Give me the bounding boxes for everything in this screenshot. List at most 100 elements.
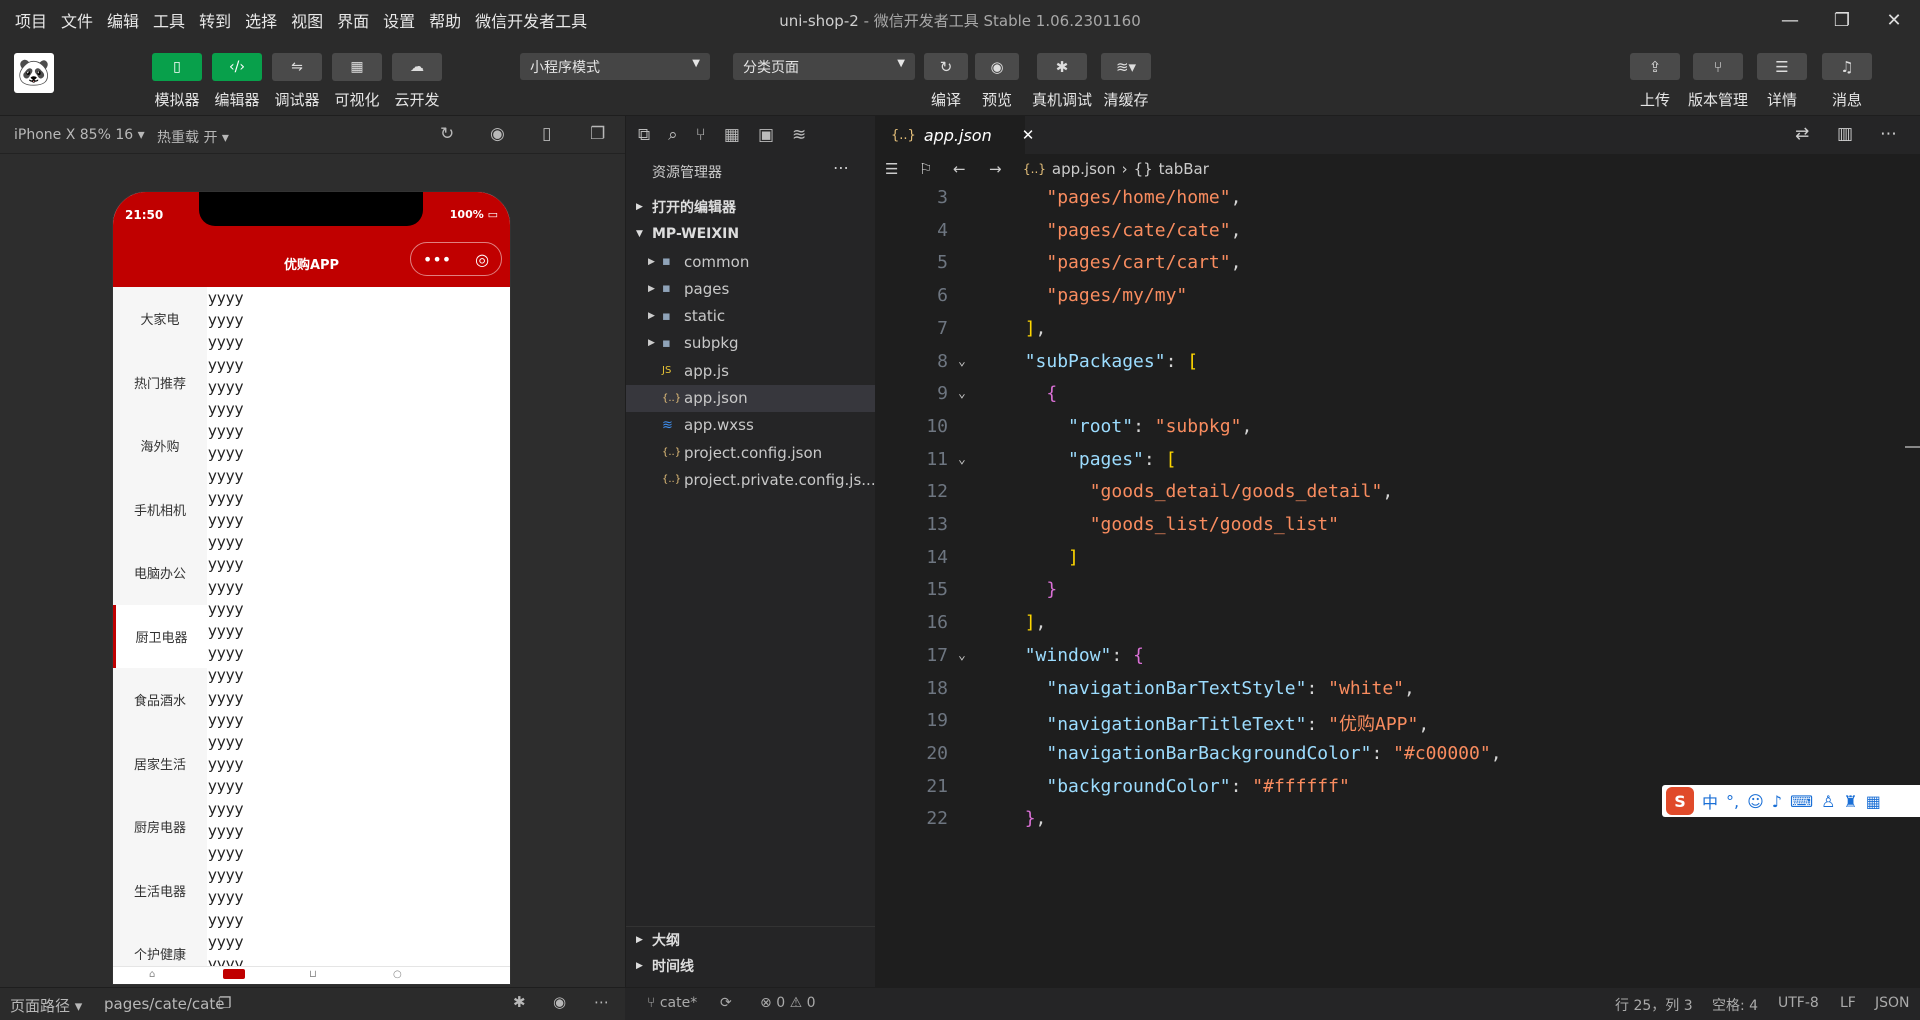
category-icon[interactable] — [223, 969, 245, 979]
category-item[interactable]: 厨卫电器 — [113, 604, 207, 668]
close-icon[interactable]: ✕ — [1022, 126, 1035, 144]
version-button[interactable]: ⑂ — [1693, 53, 1743, 80]
project-root-section[interactable]: ▼ MP-WEIXIN — [626, 221, 876, 247]
menu-item[interactable]: 工具 — [146, 8, 192, 32]
phone-icon[interactable]: ▯ — [542, 124, 551, 144]
encoding[interactable]: UTF-8 — [1778, 995, 1819, 1011]
preview-button[interactable]: ◉ — [975, 53, 1019, 80]
menu-item[interactable]: 设置 — [376, 8, 422, 32]
category-item[interactable]: 食品酒水 — [113, 668, 207, 732]
clear-cache-button[interactable]: ≋▾ — [1101, 53, 1151, 80]
indentation[interactable]: 空格: 4 — [1712, 995, 1758, 1015]
menu-item[interactable]: 界面 — [330, 8, 376, 32]
bookmark-icon[interactable]: ⚐ — [919, 160, 953, 178]
fold-icon[interactable]: ⌄ — [958, 354, 966, 369]
line-ending[interactable]: LF — [1840, 995, 1856, 1011]
visual-toggle-button[interactable]: ▦ — [332, 53, 382, 81]
debugger-toggle-button[interactable]: ⇋ — [272, 53, 322, 81]
category-item[interactable]: 生活电器 — [113, 859, 207, 923]
refresh-icon[interactable]: ↻ — [440, 124, 454, 144]
split-editor-icon[interactable]: ▥ — [1837, 124, 1853, 144]
storage-icon[interactable]: ▣ — [758, 125, 774, 145]
file-tree-item[interactable]: ▶ ▪ static — [626, 303, 876, 330]
compare-icon[interactable]: ⇄ — [1795, 124, 1809, 144]
code-area[interactable]: 3 "pages/home/home", 4 "pages/cate/cate",… — [875, 184, 1920, 987]
forward-icon[interactable]: → — [989, 160, 1023, 178]
skin-icon[interactable]: ♜ — [1843, 792, 1857, 811]
maximize-button[interactable]: ❐ — [1816, 0, 1868, 40]
editor-toggle-button[interactable]: ‹/› — [212, 53, 262, 81]
eye-icon[interactable]: ◉ — [553, 993, 566, 1011]
sync-icon[interactable]: ⟳ — [720, 995, 732, 1011]
fold-icon[interactable]: ⌄ — [958, 452, 966, 467]
stop-icon[interactable]: ◉ — [490, 124, 505, 144]
open-editors-section[interactable]: ▶ 打开的编辑器 — [626, 194, 876, 220]
file-tree-item[interactable]: JS app.js — [626, 357, 876, 384]
ime-mode[interactable]: 中 — [1702, 789, 1718, 813]
compile-mode-select[interactable]: 分类页面 ▼ — [733, 53, 915, 80]
cart-icon[interactable]: ⊔ — [309, 969, 317, 980]
copy-icon[interactable]: ❐ — [218, 994, 231, 1012]
more-icon[interactable]: ••• — [423, 250, 451, 269]
file-tree-item[interactable]: ▶ ▪ subpkg — [626, 330, 876, 357]
bug-icon[interactable]: ✱ — [513, 993, 526, 1011]
category-item[interactable]: 海外购 — [113, 414, 207, 478]
device-select[interactable]: iPhone X 85% 16 ▾ — [14, 127, 145, 143]
list-icon[interactable]: ☰ — [885, 160, 919, 178]
details-button[interactable]: ☰ — [1757, 53, 1807, 80]
more-icon[interactable]: ⋯ — [594, 993, 609, 1011]
home-icon[interactable]: ⌂ — [149, 969, 155, 980]
problems-indicator[interactable]: ⊗ 0 ⚠ 0 — [760, 995, 816, 1011]
cloud-dev-button[interactable]: ☁ — [392, 53, 442, 81]
category-item[interactable]: 厨房电器 — [113, 795, 207, 859]
category-item[interactable]: 热门推荐 — [113, 351, 207, 415]
compile-button[interactable]: ↻ — [924, 53, 968, 80]
tab-app-json[interactable]: {..} app.json ✕ — [875, 116, 1034, 154]
file-tree-item[interactable]: ≋ app.wxss — [626, 412, 876, 439]
outline-section[interactable]: ▶ 大纲 — [626, 926, 876, 952]
minimize-button[interactable]: — — [1764, 0, 1816, 40]
menu-item[interactable]: 微信开发者工具 — [468, 8, 594, 32]
files-icon[interactable]: ⧉ — [638, 125, 650, 145]
mode-select[interactable]: 小程序模式 ▼ — [520, 53, 710, 80]
file-tree-item[interactable]: ▶ ▪ common — [626, 248, 876, 275]
extensions-icon[interactable]: ▦ — [724, 125, 740, 145]
back-icon[interactable]: ← — [953, 160, 989, 178]
language-mode[interactable]: JSON — [1875, 995, 1910, 1011]
source-control-icon[interactable]: ⑂ — [696, 125, 706, 145]
category-item[interactable]: 手机相机 — [113, 478, 207, 542]
punctuation-icon[interactable]: °, — [1726, 792, 1739, 811]
fold-icon[interactable]: ⌄ — [958, 648, 966, 663]
more-icon[interactable]: ⋯ — [1880, 124, 1897, 144]
menu-item[interactable]: 视图 — [284, 8, 330, 32]
breadcrumb-symbol[interactable]: tabBar — [1159, 160, 1209, 178]
menu-item[interactable]: 项目 — [8, 8, 54, 32]
avatar[interactable]: 🐼 — [14, 53, 54, 93]
file-tree-item[interactable]: {..} app.json — [626, 384, 876, 412]
menu-item[interactable]: 选择 — [238, 8, 284, 32]
fold-icon[interactable]: ⌄ — [958, 386, 966, 401]
docker-icon[interactable]: ≋ — [792, 125, 806, 145]
grid-icon[interactable]: ▦ — [1866, 792, 1881, 811]
file-tree-item[interactable]: {..} project.private.config.js... — [626, 466, 876, 493]
remote-debug-button[interactable]: ✱ — [1037, 53, 1087, 80]
category-item[interactable]: 居家生活 — [113, 732, 207, 796]
capsule-menu[interactable]: ••• ◎ — [410, 242, 502, 276]
keyboard-icon[interactable]: ⌨ — [1790, 792, 1813, 811]
menu-item[interactable]: 文件 — [54, 8, 100, 32]
emoji-icon[interactable]: ☺ — [1747, 792, 1764, 811]
search-icon[interactable]: ⌕ — [668, 125, 678, 145]
menu-item[interactable]: 帮助 — [422, 8, 468, 32]
user-icon[interactable]: ○ — [393, 969, 402, 980]
category-item[interactable]: 电脑办公 — [113, 541, 207, 605]
page-path-label[interactable]: 页面路径 ▾ — [10, 995, 82, 1016]
breadcrumb-file[interactable]: app.json — [1052, 160, 1116, 178]
git-branch[interactable]: ⑂ cate* — [647, 995, 697, 1011]
upload-button[interactable]: ⇪ — [1630, 53, 1680, 80]
timeline-section[interactable]: ▶ 时间线 — [626, 953, 876, 979]
user-icon[interactable]: ♙ — [1821, 792, 1835, 811]
file-tree-item[interactable]: ▶ ▪ pages — [626, 275, 876, 302]
target-icon[interactable]: ◎ — [475, 250, 489, 269]
menu-item[interactable]: 转到 — [192, 8, 238, 32]
simulator-toggle-button[interactable]: ▯ — [152, 53, 202, 81]
